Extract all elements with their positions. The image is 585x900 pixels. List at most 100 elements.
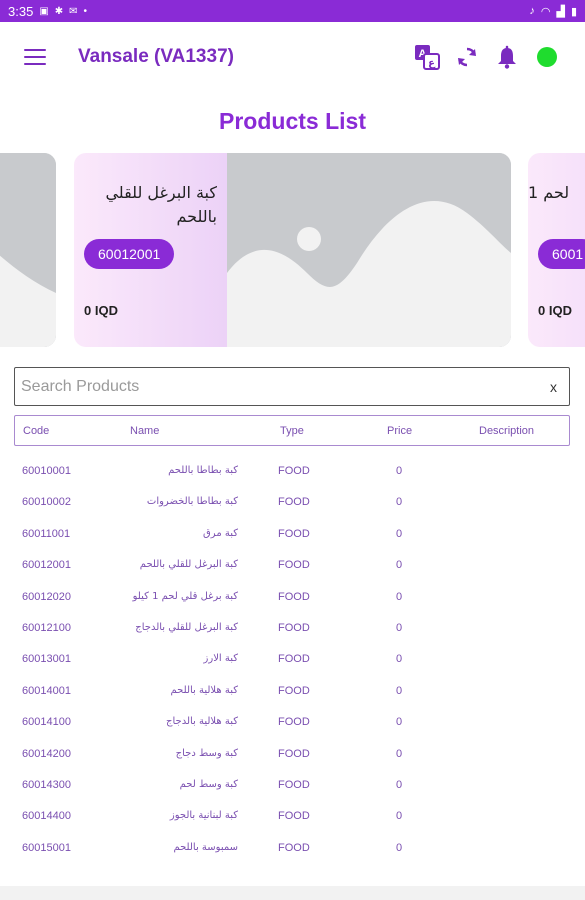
mute-icon: ♪ (529, 5, 535, 17)
status-time: 3:35 (8, 3, 34, 19)
header-name[interactable]: Name (130, 425, 159, 437)
carousel-card-next[interactable]: لحم 1 6001 0 IQD (528, 153, 585, 347)
row-type: FOOD (278, 716, 310, 729)
row-price: 0 (396, 465, 403, 477)
row-price: 0 (396, 810, 403, 823)
row-name: كبة هلالية بالدجاج (166, 716, 238, 728)
row-code: 60012020 (22, 590, 71, 603)
row-code: 60010001 (22, 465, 71, 477)
table-row[interactable]: 60012001 كبة البرغل للقلي باللحم FOOD 0 (14, 549, 570, 580)
table-row[interactable]: 60010001 كبة بطاطا باللحم FOOD 0 (14, 455, 570, 486)
row-name: كبة لبنانية بالجوز (169, 810, 238, 822)
table-row[interactable]: 60014300 كبة وسط لحم FOOD 0 (14, 769, 570, 800)
carousel-card-current[interactable]: كبة البرغل للقلي باللحم 60012001 0 IQD (74, 153, 511, 347)
search-box[interactable]: x (14, 367, 570, 406)
row-type: FOOD (278, 778, 310, 791)
row-type: FOOD (278, 841, 310, 854)
row-name: كبة برغل قلي لحم 1 كيلو (132, 590, 238, 602)
card-product-name: لحم 1 (528, 183, 570, 202)
row-price: 0 (396, 527, 403, 540)
table-row[interactable]: 60012020 كبة برغل قلي لحم 1 كيلو FOOD 0 (14, 581, 570, 612)
bell-icon[interactable] (493, 43, 521, 71)
row-price: 0 (396, 716, 403, 729)
row-price: 0 (396, 684, 403, 697)
settings-icon: ✱ (54, 5, 64, 17)
row-code: 60011001 (22, 527, 71, 540)
table-header: Code Name Type Price Description (14, 415, 570, 446)
header-price[interactable]: Price (387, 425, 412, 437)
card-code-badge[interactable]: 60012001 (84, 239, 175, 269)
row-name: كبة مرق (203, 527, 238, 539)
bottom-bar (0, 886, 585, 900)
row-name: كبة البرغل للقلي باللحم (139, 559, 238, 571)
row-code: 60014100 (22, 716, 71, 729)
row-name: كبة وسط لحم (179, 778, 238, 790)
card-info: كبة البرغل للقلي باللحم 60012001 0 IQD (74, 153, 227, 347)
row-type: FOOD (278, 527, 310, 540)
status-bar: 3:35 ▣ ✱ ✉ • ♪ ◠ ▟ ▮ (0, 0, 585, 22)
table-row[interactable]: 60011001 كبة مرق FOOD 0 (14, 518, 570, 549)
table-row[interactable]: 60012100 كبة البرغل للقلي بالدجاج FOOD 0 (14, 612, 570, 643)
table-row[interactable]: 60014001 كبة هلالية باللحم FOOD 0 (14, 675, 570, 706)
header-type[interactable]: Type (280, 425, 304, 437)
row-code: 60014200 (22, 747, 71, 760)
row-type: FOOD (278, 590, 310, 603)
row-type: FOOD (278, 653, 310, 666)
signal-icon: ▟ (556, 5, 565, 18)
card-price: 0 IQD (84, 303, 118, 318)
row-code: 60014300 (22, 778, 71, 791)
row-price: 0 (396, 621, 403, 634)
row-type: FOOD (278, 559, 310, 572)
row-name: كبة بطاطا بالخضروات (146, 496, 238, 508)
table-row[interactable]: 60015001 سمبوسة باللحم FOOD 0 (14, 832, 570, 863)
table-row[interactable]: 60013001 كبة الارز FOOD 0 (14, 643, 570, 674)
table-row[interactable]: 60014400 كبة لبنانية بالجوز FOOD 0 (14, 800, 570, 831)
row-price: 0 (396, 559, 403, 572)
online-status (533, 43, 561, 71)
product-carousel[interactable]: كبة البرغل للقلي باللحم 60012001 0 IQD ل… (0, 153, 585, 347)
svg-text:ع: ع (428, 58, 436, 69)
app-title: Vansale (VA1337) (78, 46, 234, 67)
row-code: 60012100 (22, 621, 71, 634)
wifi-icon: ◠ (540, 5, 551, 18)
page-title: Products List (219, 108, 366, 134)
card-product-name: كبة البرغل للقلي باللحم (105, 183, 217, 226)
row-price: 0 (396, 496, 403, 509)
carousel-card-previous[interactable] (0, 153, 56, 347)
mail-icon: ✉ (69, 5, 78, 17)
gallery-icon: ▣ (39, 5, 49, 17)
row-code: 60014001 (22, 684, 71, 697)
table-row[interactable]: 60014200 كبة وسط دجاج FOOD 0 (14, 738, 570, 769)
row-price: 0 (396, 841, 403, 854)
table-row[interactable]: 60014100 كبة هلالية بالدجاج FOOD 0 (14, 706, 570, 737)
row-name: كبة هلالية باللحم (170, 684, 238, 696)
row-price: 0 (396, 778, 403, 791)
row-price: 0 (396, 590, 403, 603)
header-code[interactable]: Code (23, 425, 49, 437)
clear-search-button[interactable]: x (544, 379, 563, 395)
menu-icon[interactable] (24, 49, 46, 65)
card-code-badge[interactable]: 6001 (538, 239, 585, 269)
product-table: 60010001 كبة بطاطا باللحم FOOD 0 60010002 كبة… (14, 455, 570, 863)
row-code: 60015001 (22, 841, 71, 854)
product-image-placeholder (227, 153, 511, 347)
app-bar: Vansale (VA1337) A ع (0, 22, 585, 92)
translate-icon[interactable]: A ع (413, 43, 441, 71)
notification-dot: • (83, 5, 88, 17)
table-row[interactable]: 60010002 كبة بطاطا بالخضروات FOOD 0 (14, 486, 570, 517)
row-type: FOOD (278, 747, 310, 760)
header-description[interactable]: Description (479, 425, 534, 437)
row-type: FOOD (278, 684, 310, 697)
row-type: FOOD (278, 810, 310, 823)
row-code: 60012001 (22, 559, 71, 572)
row-code: 60010002 (22, 496, 71, 509)
row-code: 60014400 (22, 810, 71, 823)
card-info: لحم 1 6001 0 IQD (528, 153, 585, 347)
row-type: FOOD (278, 496, 310, 509)
row-name: سمبوسة باللحم (173, 841, 238, 853)
search-input[interactable] (21, 377, 544, 396)
row-price: 0 (396, 747, 403, 760)
row-name: كبة بطاطا باللحم (168, 465, 238, 476)
battery-icon: ▮ (570, 5, 577, 18)
sync-icon[interactable] (453, 43, 481, 71)
